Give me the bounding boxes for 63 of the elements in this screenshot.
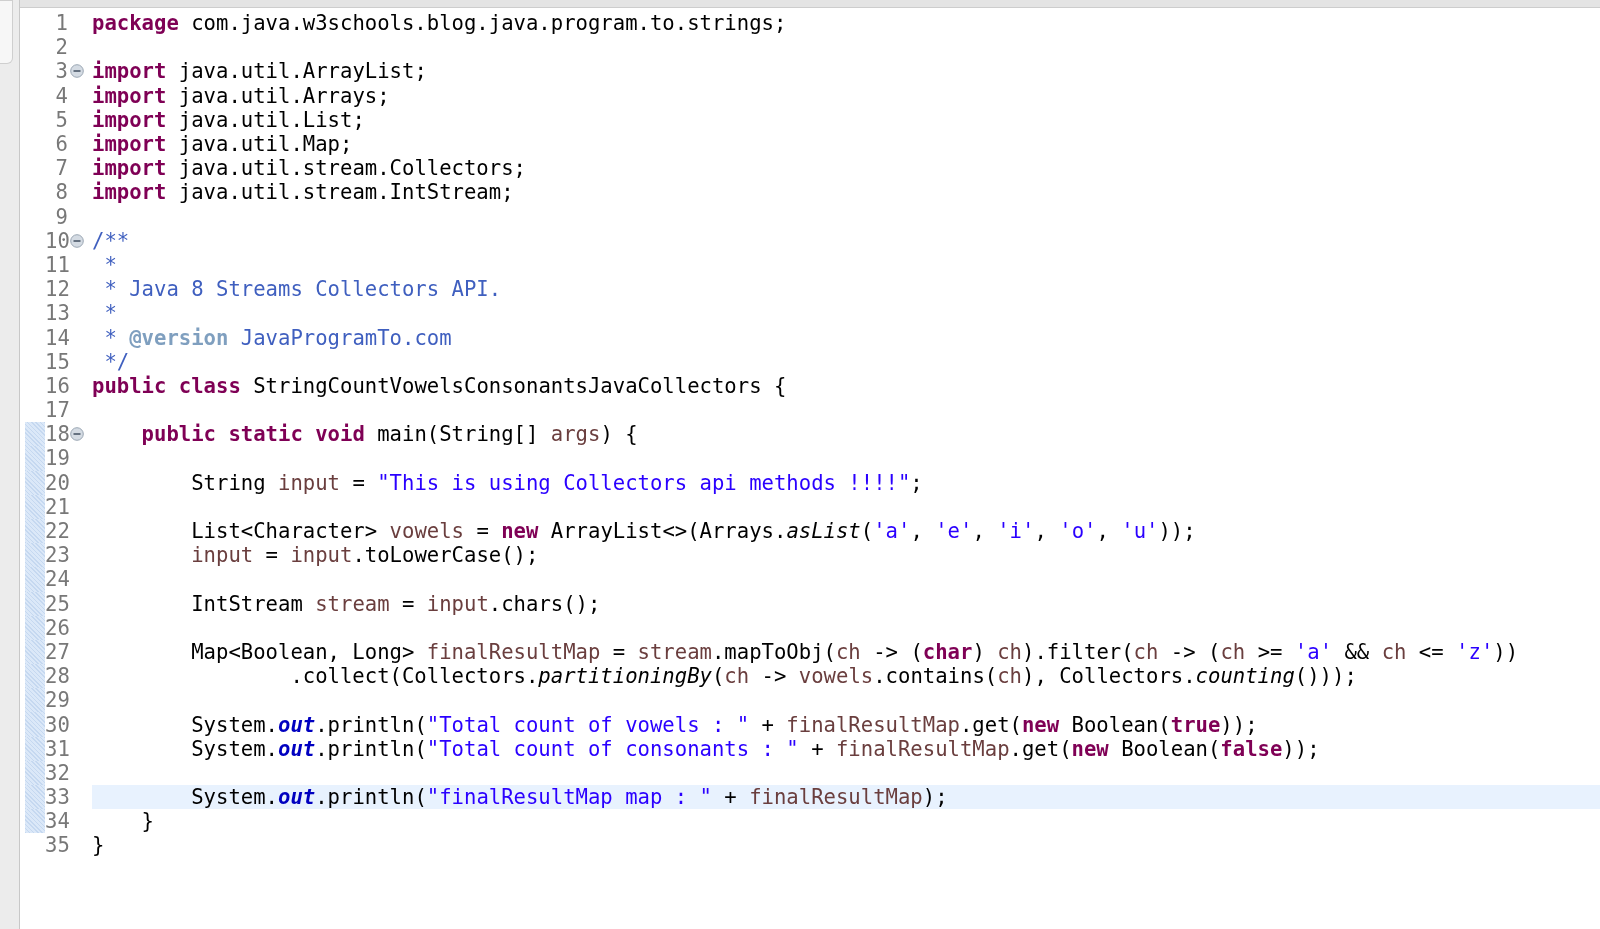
code-line: Map<Boolean, Long> finalResultMap = stream.mapToObj(ch -> (char) ch).filter(ch -> (ch >= 'a' && ch <= 'z')) xyxy=(190,639,1520,665)
line-number: 21 xyxy=(45,494,68,519)
code-line: } xyxy=(92,833,106,858)
line-number: 32 xyxy=(45,760,68,785)
code-line: import java.util.stream.Collectors; xyxy=(92,156,527,181)
line-number: 2 xyxy=(54,35,68,60)
line-number: 35 xyxy=(45,833,68,858)
line-number: 6 xyxy=(54,132,68,157)
code-line: * xyxy=(103,301,118,326)
code-line: String input = "This is using Collectors api methods !!!!"; xyxy=(190,470,924,495)
line-number: 24 xyxy=(45,567,68,592)
code-line: import java.util.stream.IntStream; xyxy=(92,180,515,205)
collapse-icon[interactable] xyxy=(70,233,84,248)
code-line: import java.util.Arrays; xyxy=(92,83,391,108)
line-number: 12 xyxy=(45,277,68,302)
line-number: 4 xyxy=(54,83,68,108)
line-number: 18 xyxy=(45,422,68,447)
code-line: * xyxy=(103,252,118,278)
line-number: 15 xyxy=(45,349,68,374)
code-line: IntStream stream = input.chars(); xyxy=(190,591,602,616)
code-line: */ xyxy=(103,349,131,374)
code-line: * Java 8 Streams Collectors API. xyxy=(103,277,503,302)
line-number: 31 xyxy=(45,736,68,761)
code-line: } xyxy=(140,809,155,834)
line-number: 3 xyxy=(54,59,68,84)
line-number: 22 xyxy=(45,519,68,544)
line-number: 33 xyxy=(45,785,68,810)
code-line: System.out.println("Total count of vowels : " + finalResultMap.get(new Boolean(true)); xyxy=(190,712,1259,737)
code-line: import java.util.Map; xyxy=(92,131,354,157)
code-line: import java.util.ArrayList; xyxy=(92,59,428,84)
line-number: 27 xyxy=(45,639,68,664)
code-line: public class StringCountVowelsConsonantsJavaCollectors { xyxy=(92,373,788,398)
code-line: List<Character> vowels = new ArrayList<>(Arrays.asList('a', 'e', 'i', 'o', 'u')); xyxy=(190,518,1197,544)
line-number: 10 xyxy=(45,228,68,253)
line-number: 9 xyxy=(54,204,68,229)
line-number: 28 xyxy=(45,664,68,689)
line-number: 16 xyxy=(45,373,68,398)
line-number: 17 xyxy=(45,398,68,423)
line-number: 14 xyxy=(45,325,68,350)
line-number: 5 xyxy=(54,107,68,132)
collapse-icon[interactable] xyxy=(70,427,84,442)
code-line: /** xyxy=(92,228,131,253)
line-number: 26 xyxy=(45,615,68,640)
line-number: 25 xyxy=(45,591,68,616)
code-line: input = input.toLowerCase(); xyxy=(190,543,540,568)
line-number: 29 xyxy=(45,688,68,713)
line-number: 30 xyxy=(45,712,68,737)
code-line: .collect(Collectors.partitioningBy(ch -> vowels.contains(ch), Collectors.counting())); xyxy=(289,664,1358,689)
code-line: import java.util.List; xyxy=(92,107,366,132)
line-number: 11 xyxy=(45,252,68,277)
line-number: 19 xyxy=(45,446,68,471)
code-line: * @version JavaProgramTo.com xyxy=(103,325,453,350)
line-number: 7 xyxy=(54,156,68,181)
line-number: 1 xyxy=(54,11,68,36)
collapse-icon[interactable] xyxy=(70,64,84,79)
line-number: 8 xyxy=(54,180,68,205)
code-line: package com.java.w3schools.blog.java.program.to.strings; xyxy=(92,11,788,36)
line-number: 23 xyxy=(45,543,68,568)
line-number: 34 xyxy=(45,809,68,834)
code-line: public static void main(String[] args) { xyxy=(140,422,639,447)
code-line: System.out.println("Total count of consonants : " + finalResultMap.get(new Boolean(false)); xyxy=(190,736,1321,761)
line-number: 13 xyxy=(45,301,68,326)
line-number: 20 xyxy=(45,470,68,495)
